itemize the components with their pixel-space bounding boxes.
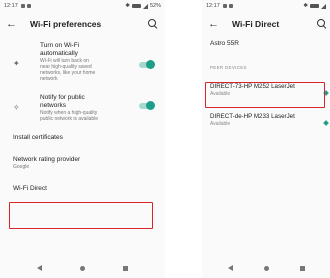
navigation-bar xyxy=(0,258,165,278)
setting-title: Wi-Fi Direct xyxy=(13,185,47,192)
wifi-notify-icon: ✧ xyxy=(13,103,20,112)
device-name: DIRECT-de-HP M233 LaserJet xyxy=(210,113,295,120)
app-bar: ← Wi-Fi Direct xyxy=(202,12,330,36)
nav-back-icon[interactable] xyxy=(227,265,233,271)
nav-home-icon[interactable] xyxy=(80,265,85,271)
wifi-direct-screen: 12:17 ✱ ← Wi-Fi Direct Astro 55R PEER DE… xyxy=(202,0,330,278)
notification-icon xyxy=(20,4,25,8)
install-certificates-item[interactable]: Install certificates xyxy=(0,134,165,142)
settings-notification-icon xyxy=(228,4,233,8)
battery-percent: 52% xyxy=(149,3,161,9)
peer-device-item[interactable]: DIRECT-de-HP M233 LaserJet Available xyxy=(202,113,330,127)
app-bar: ← Wi-Fi preferences xyxy=(0,12,165,36)
search-icon[interactable] xyxy=(316,18,328,30)
wifi-preferences-screen: 12:17 ✱ 52% ← Wi-Fi preferences ✦ Turn o… xyxy=(0,0,165,278)
setting-title: Notify for public networks xyxy=(40,94,85,109)
battery-icon xyxy=(310,4,319,8)
status-time: 12:17 xyxy=(4,3,18,9)
page-title: Wi-Fi Direct xyxy=(232,19,280,29)
battery-icon xyxy=(131,4,141,8)
device-status: Available xyxy=(210,121,231,127)
signal-icon xyxy=(142,3,148,9)
status-bar: 12:17 ✱ 52% xyxy=(0,0,165,12)
nav-back-icon[interactable] xyxy=(37,265,42,271)
notification-icon xyxy=(222,4,227,8)
bluetooth-icon: ✱ xyxy=(125,3,130,9)
setting-title: Network rating provider xyxy=(13,156,81,163)
highlight-box xyxy=(9,202,153,229)
nav-recents-icon[interactable] xyxy=(123,265,128,271)
notify-public-toggle[interactable] xyxy=(139,101,155,110)
navigation-bar xyxy=(202,258,330,278)
highlight-box xyxy=(205,82,325,108)
wifi-direct-item[interactable]: Wi-Fi Direct xyxy=(0,185,165,193)
page-title: Wi-Fi preferences xyxy=(30,19,102,29)
back-arrow-icon[interactable]: ← xyxy=(208,18,226,30)
network-rating-provider-item[interactable]: Network rating provider Google xyxy=(0,156,165,171)
nav-home-icon[interactable] xyxy=(263,265,269,271)
this-device-name[interactable]: Astro 55R xyxy=(202,36,330,52)
bluetooth-icon: ✱ xyxy=(303,3,308,9)
setting-subtitle: Google xyxy=(13,164,30,170)
back-arrow-icon[interactable]: ← xyxy=(6,18,24,30)
setting-title: Turn on Wi-Fi automatically xyxy=(40,42,80,57)
status-bar: 12:17 ✱ xyxy=(202,0,330,12)
notify-public-networks-setting[interactable]: ✧ Notify for public networks Notify when… xyxy=(0,94,165,122)
search-icon[interactable] xyxy=(147,18,159,30)
status-time: 12:17 xyxy=(206,3,220,9)
wifi-auto-icon: ✦ xyxy=(13,59,20,68)
peer-devices-header: PEER DEVICES xyxy=(210,65,247,70)
auto-wifi-toggle[interactable] xyxy=(139,60,155,69)
signal-icon xyxy=(321,3,326,9)
setting-title: Install certificates xyxy=(13,134,63,141)
setting-subtitle: Wi-Fi will turn back on near high-qualit… xyxy=(40,58,96,82)
setting-subtitle: Notify when a high-quality public networ… xyxy=(40,110,99,122)
turn-on-wifi-automatically-setting[interactable]: ✦ Turn on Wi-Fi automatically Wi-Fi will… xyxy=(0,42,165,82)
nav-recents-icon[interactable] xyxy=(299,265,305,271)
settings-notification-icon xyxy=(26,4,31,8)
